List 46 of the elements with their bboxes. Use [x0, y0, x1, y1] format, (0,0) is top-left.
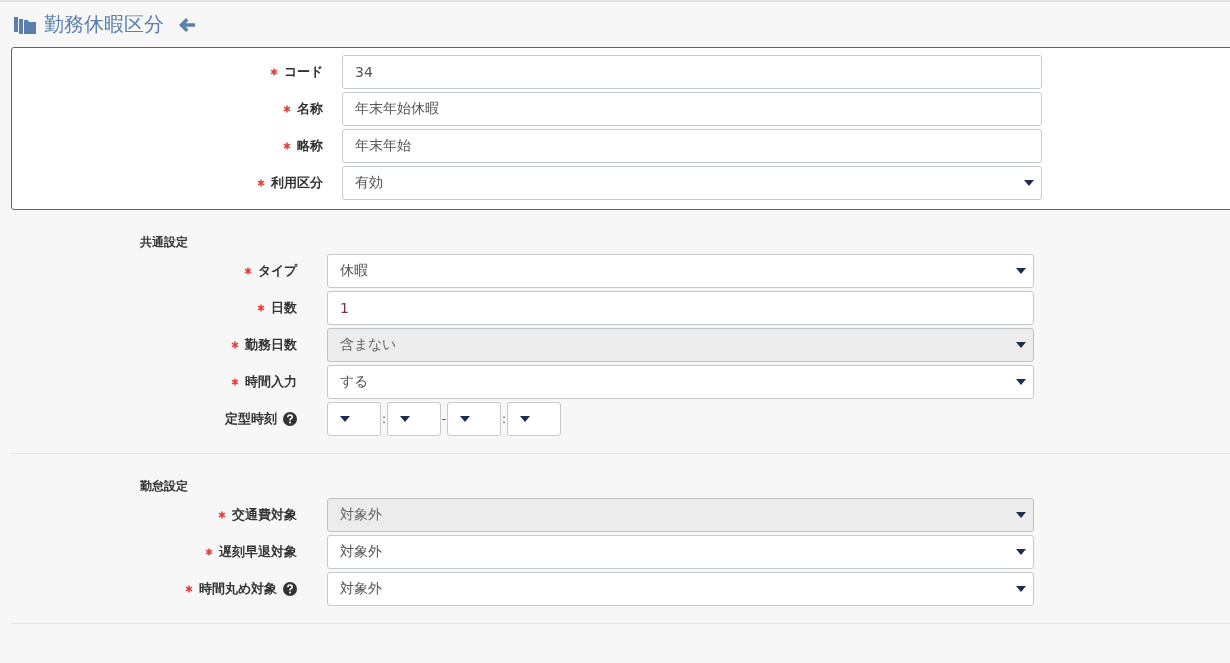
select-field[interactable]: 有効: [342, 166, 1042, 200]
folders-icon: [14, 15, 36, 34]
input-field[interactable]: 年末年始休暇: [342, 92, 1042, 126]
page-title: 勤務休暇区分: [44, 11, 164, 38]
field-label: コード: [284, 63, 323, 81]
select-field[interactable]: する: [327, 365, 1034, 399]
field-label: 勤務日数: [245, 336, 297, 354]
caret-icon: [400, 416, 410, 422]
field-label: タイプ: [258, 262, 297, 280]
caret-icon: [1016, 512, 1026, 518]
time-select[interactable]: [507, 402, 561, 436]
time-select[interactable]: [387, 402, 441, 436]
field-label: 時間丸め対象: [199, 580, 277, 598]
input-field[interactable]: 年末年始: [342, 129, 1042, 163]
caret-icon: [1016, 586, 1026, 592]
caret-icon: [1016, 549, 1026, 555]
select-field[interactable]: 対象外: [327, 572, 1034, 606]
caret-icon: [520, 416, 530, 422]
back-arrow-icon[interactable]: [178, 16, 196, 33]
field-label: 交通費対象: [232, 506, 297, 524]
caret-icon: [1016, 268, 1026, 274]
time-separator: -: [441, 412, 447, 426]
help-icon[interactable]: [283, 582, 297, 596]
field-label: 定型時刻: [225, 410, 277, 428]
caret-icon: [1016, 379, 1026, 385]
caret-icon: [1024, 180, 1034, 186]
time-separator: :: [501, 412, 507, 426]
time-separator: :: [381, 412, 387, 426]
help-icon[interactable]: [283, 412, 297, 426]
field-label: 日数: [271, 299, 297, 317]
caret-icon: [1016, 342, 1026, 348]
select-field[interactable]: 休暇: [327, 254, 1034, 288]
field-label: 時間入力: [245, 373, 297, 391]
field-label: 名称: [297, 100, 323, 118]
field-label: 利用区分: [271, 174, 323, 192]
select-field[interactable]: 対象外: [327, 535, 1034, 569]
section-heading: 勤怠設定: [140, 478, 189, 495]
field-label: 略称: [297, 137, 323, 155]
time-select[interactable]: [327, 402, 381, 436]
section-heading: 共通設定: [140, 234, 189, 251]
caret-icon: [460, 416, 470, 422]
input-field[interactable]: 34: [342, 55, 1042, 89]
time-select[interactable]: [447, 402, 501, 436]
field-label: 遅刻早退対象: [219, 543, 297, 561]
caret-icon: [340, 416, 350, 422]
input-field[interactable]: 1: [327, 291, 1034, 325]
